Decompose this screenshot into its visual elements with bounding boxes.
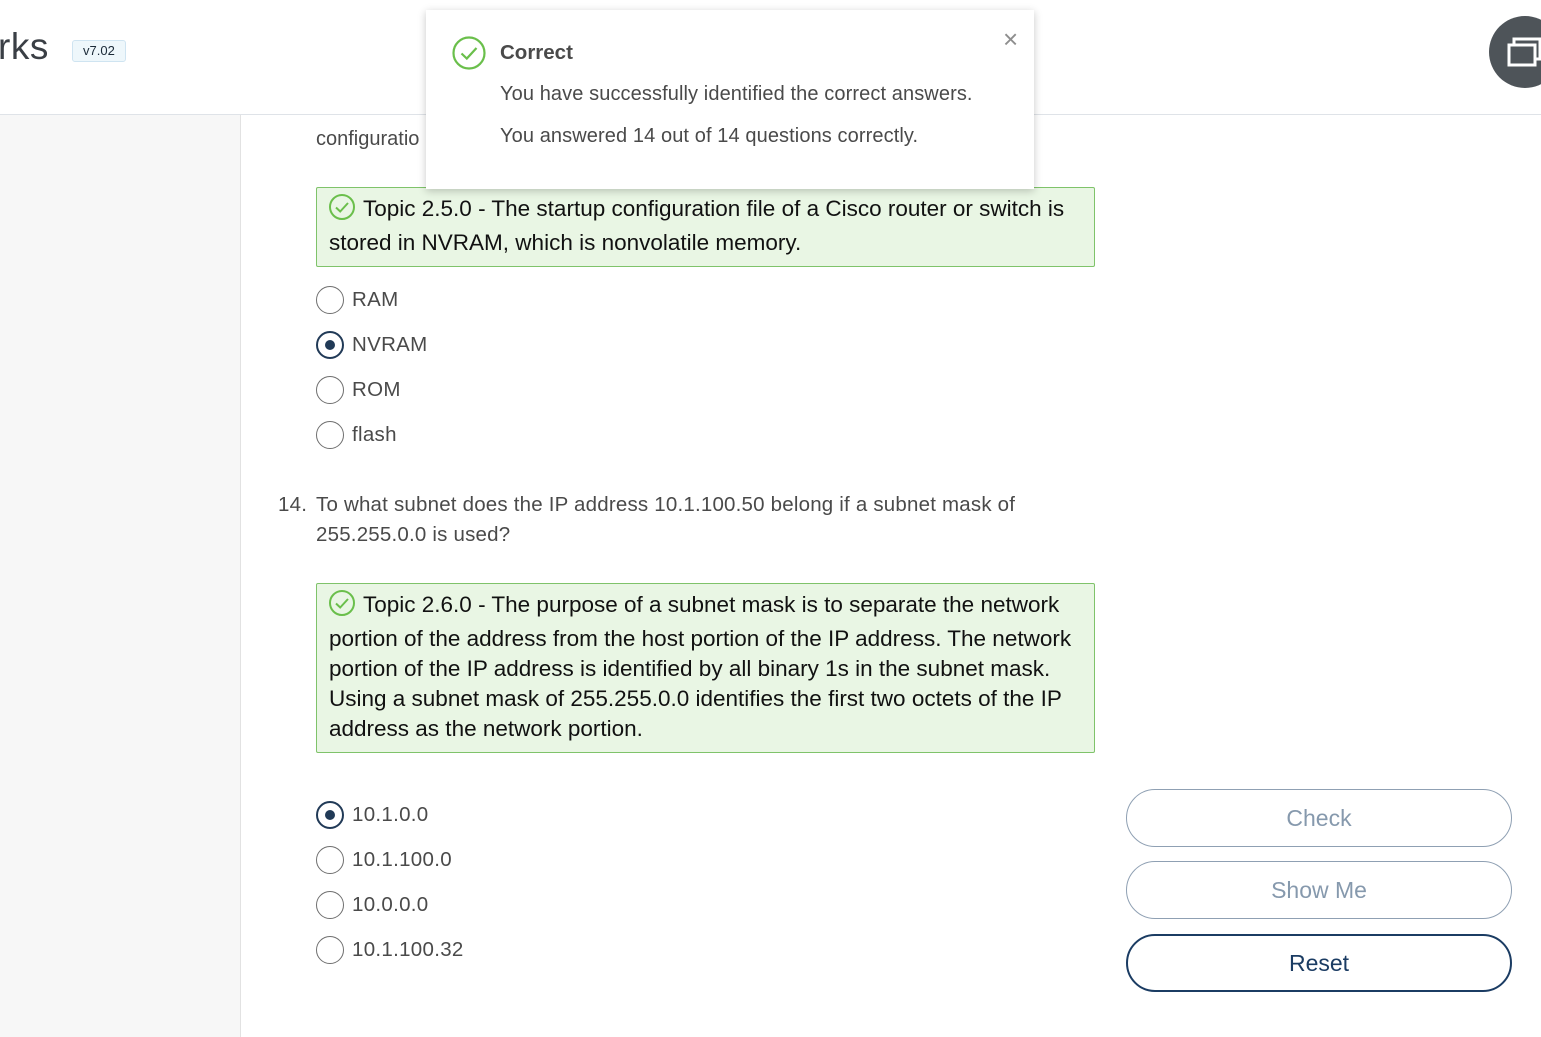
question-13-feedback: Topic 2.5.0 - The startup configuration … — [316, 187, 1095, 267]
option-flash[interactable]: flash — [316, 419, 397, 451]
radio-button[interactable] — [316, 421, 344, 449]
option-label: 10.1.100.0 — [352, 848, 452, 871]
check-circle-icon — [329, 194, 355, 228]
radio-button[interactable] — [316, 891, 344, 919]
radio-button[interactable] — [316, 936, 344, 964]
option-10-0-0-0[interactable]: 10.0.0.0 — [316, 889, 429, 921]
question-number: 14. — [278, 493, 308, 516]
option-label: NVRAM — [352, 333, 428, 356]
toast-score: You answered 14 out of 14 questions corr… — [500, 125, 919, 147]
radio-button[interactable] — [316, 286, 344, 314]
radio-button-selected[interactable] — [316, 801, 344, 829]
radio-button-selected[interactable] — [316, 331, 344, 359]
toast-title: Correct — [500, 41, 573, 64]
close-icon[interactable]: × — [1003, 26, 1018, 52]
option-ram[interactable]: RAM — [316, 284, 398, 316]
option-label: RAM — [352, 288, 399, 311]
option-rom[interactable]: ROM — [316, 374, 401, 406]
sidebar — [0, 115, 241, 1037]
feedback-text: Topic 2.5.0 - The startup configuration … — [329, 196, 1065, 255]
version-badge: v7.02 — [72, 40, 126, 62]
question-14-feedback: Topic 2.6.0 - The purpose of a subnet ma… — [316, 583, 1095, 753]
check-circle-icon — [452, 36, 486, 75]
option-label: 10.1.100.32 — [352, 938, 464, 961]
option-10-1-100-0[interactable]: 10.1.100.0 — [316, 844, 452, 876]
result-toast: Correct You have successfully identified… — [426, 10, 1034, 189]
toast-message: You have successfully identified the cor… — [500, 83, 973, 105]
option-label: 10.0.0.0 — [352, 893, 429, 916]
show-me-button[interactable]: Show Me — [1126, 861, 1512, 919]
reset-button[interactable]: Reset — [1126, 934, 1512, 992]
window-toggle-button[interactable] — [1489, 16, 1541, 88]
question-13-continuation: configuratio — [316, 128, 420, 150]
option-10-1-0-0[interactable]: 10.1.0.0 — [316, 799, 429, 831]
check-button[interactable]: Check — [1126, 789, 1512, 847]
check-circle-icon — [329, 590, 355, 624]
window-icon — [1507, 37, 1541, 67]
option-nvram[interactable]: NVRAM — [316, 329, 428, 361]
question-text: To what subnet does the IP address 10.1.… — [316, 493, 1016, 546]
radio-button[interactable] — [316, 846, 344, 874]
radio-button[interactable] — [316, 376, 344, 404]
option-label: flash — [352, 423, 397, 446]
option-label: 10.1.0.0 — [352, 803, 429, 826]
app-title: rks — [0, 26, 49, 67]
option-label: ROM — [352, 378, 401, 401]
option-10-1-100-32[interactable]: 10.1.100.32 — [316, 934, 464, 966]
feedback-text: Topic 2.6.0 - The purpose of a subnet ma… — [329, 592, 1072, 741]
